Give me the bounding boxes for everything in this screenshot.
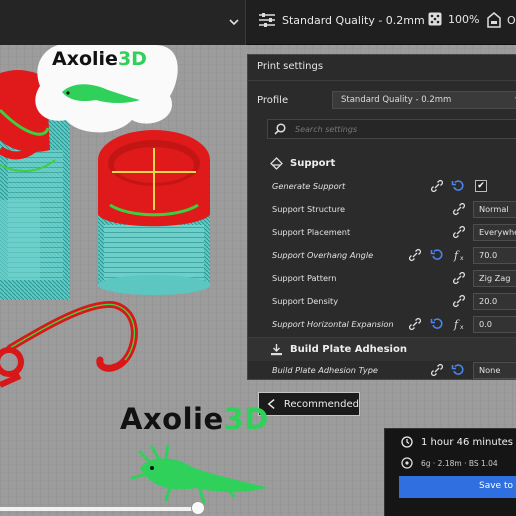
setting-value[interactable]: 0.0 bbox=[473, 316, 516, 333]
chevron-down-icon[interactable] bbox=[228, 16, 240, 28]
layer-slider-handle[interactable] bbox=[191, 501, 205, 515]
reset-icon[interactable] bbox=[451, 363, 465, 377]
dice-icon bbox=[428, 12, 442, 26]
reset-icon[interactable] bbox=[430, 317, 444, 331]
object-selector[interactable] bbox=[0, 0, 246, 45]
recommended-button[interactable]: Recommended bbox=[258, 392, 360, 416]
setting-label: Generate Support bbox=[272, 181, 346, 191]
setting-label: Support Placement bbox=[272, 227, 351, 237]
layer-slider-track[interactable] bbox=[0, 507, 200, 511]
save-to-disk-button[interactable]: Save to D bbox=[399, 476, 516, 498]
category-adhesion-title: Build Plate Adhesion bbox=[290, 344, 407, 355]
category-support[interactable]: Support bbox=[248, 151, 516, 175]
print-time-value: 1 hour 46 minutes bbox=[421, 436, 514, 448]
svg-text:f: f bbox=[453, 318, 460, 331]
profile-dropdown[interactable]: Standard Quality - 0.2mm ★ bbox=[332, 91, 516, 109]
search-icon bbox=[274, 123, 286, 135]
link-icon[interactable] bbox=[430, 179, 444, 193]
setting-row[interactable]: Support Structure Normal bbox=[248, 199, 516, 221]
setting-row[interactable]: Support Horizontal Expansion f x 0.0 bbox=[248, 314, 516, 336]
svg-text:x: x bbox=[460, 324, 464, 331]
top-toolbar: Standard Quality - 0.2mm 100% O bbox=[0, 0, 516, 45]
function-icon[interactable]: fx bbox=[452, 248, 466, 262]
quality-selector[interactable]: Standard Quality - 0.2mm bbox=[258, 12, 425, 28]
function-icon[interactable]: fx bbox=[452, 317, 466, 331]
link-icon[interactable] bbox=[452, 271, 466, 285]
setting-value[interactable]: 20.0 bbox=[473, 293, 516, 310]
link-icon[interactable] bbox=[430, 363, 444, 377]
brand-logo-bottom: Axolie3D bbox=[120, 402, 269, 436]
spool-icon bbox=[401, 457, 413, 469]
sliders-icon bbox=[259, 13, 275, 27]
infill-selector[interactable]: 100% bbox=[428, 12, 479, 26]
brand-logo-top: Axolie3D bbox=[52, 48, 147, 70]
category-build-plate-adhesion[interactable]: Build Plate Adhesion bbox=[248, 337, 516, 361]
category-support-title: Support bbox=[290, 157, 336, 169]
setting-label: Support Structure bbox=[272, 204, 346, 214]
setting-row[interactable]: Support Placement Everywhere bbox=[248, 222, 516, 244]
setting-value[interactable]: None bbox=[473, 362, 516, 379]
setting-value[interactable]: Zig Zag bbox=[473, 270, 516, 287]
adhesion-selector[interactable]: O bbox=[486, 12, 516, 28]
link-icon[interactable] bbox=[452, 202, 466, 216]
search-settings-input[interactable]: Search settings bbox=[267, 119, 516, 139]
reset-icon[interactable] bbox=[451, 179, 465, 193]
setting-label: Support Pattern bbox=[272, 273, 337, 283]
print-time: 1 hour 46 minutes bbox=[401, 436, 513, 448]
infill-value: 100% bbox=[448, 12, 480, 26]
quality-label: Standard Quality - 0.2mm bbox=[282, 13, 425, 27]
setting-label: Support Overhang Angle bbox=[272, 250, 374, 260]
setting-value[interactable]: Normal bbox=[473, 201, 516, 218]
link-icon[interactable] bbox=[452, 294, 466, 308]
build-plate-icon bbox=[487, 12, 501, 28]
setting-row[interactable]: Generate Support ✔ bbox=[248, 176, 516, 198]
svg-text:x: x bbox=[460, 255, 464, 262]
link-icon[interactable] bbox=[408, 317, 422, 331]
setting-row[interactable]: Build Plate Adhesion Type None bbox=[248, 360, 516, 382]
reset-icon[interactable] bbox=[430, 248, 444, 262]
setting-row[interactable]: Support Overhang Angle f x 70.0 bbox=[248, 245, 516, 267]
setting-label: Support Horizontal Expansion bbox=[272, 319, 394, 329]
adhesion-label: O bbox=[507, 13, 516, 27]
link-icon[interactable] bbox=[408, 248, 422, 262]
setting-value[interactable]: 70.0 bbox=[473, 247, 516, 264]
recommended-label: Recommended bbox=[283, 398, 359, 410]
setting-checkbox[interactable]: ✔ bbox=[475, 180, 487, 192]
profile-label: Profile bbox=[257, 95, 289, 106]
build-plate-icon bbox=[271, 344, 282, 356]
print-material-value: 6g · 2.18m · BS 1.04 bbox=[421, 458, 498, 468]
setting-value[interactable]: Everywhere bbox=[473, 224, 516, 241]
clock-icon bbox=[401, 436, 413, 448]
setting-row[interactable]: Support Pattern Zig Zag bbox=[248, 268, 516, 290]
setting-label: Support Density bbox=[272, 296, 339, 306]
profile-value: Standard Quality - 0.2mm bbox=[341, 95, 452, 105]
setting-label: Build Plate Adhesion Type bbox=[272, 365, 378, 375]
panel-title: Print settings bbox=[248, 55, 516, 81]
print-info-panel: 1 hour 46 minutes 6g · 2.18m · BS 1.04 S… bbox=[384, 428, 516, 516]
support-icon bbox=[270, 156, 283, 170]
svg-text:f: f bbox=[453, 249, 460, 262]
print-material: 6g · 2.18m · BS 1.04 bbox=[401, 457, 498, 469]
setting-row[interactable]: Support Density 20.0 bbox=[248, 291, 516, 313]
model-right[interactable] bbox=[98, 130, 210, 295]
link-icon[interactable] bbox=[452, 225, 466, 239]
print-settings-panel: Print settings Profile Standard Quality … bbox=[247, 54, 516, 380]
search-placeholder: Search settings bbox=[295, 124, 358, 134]
